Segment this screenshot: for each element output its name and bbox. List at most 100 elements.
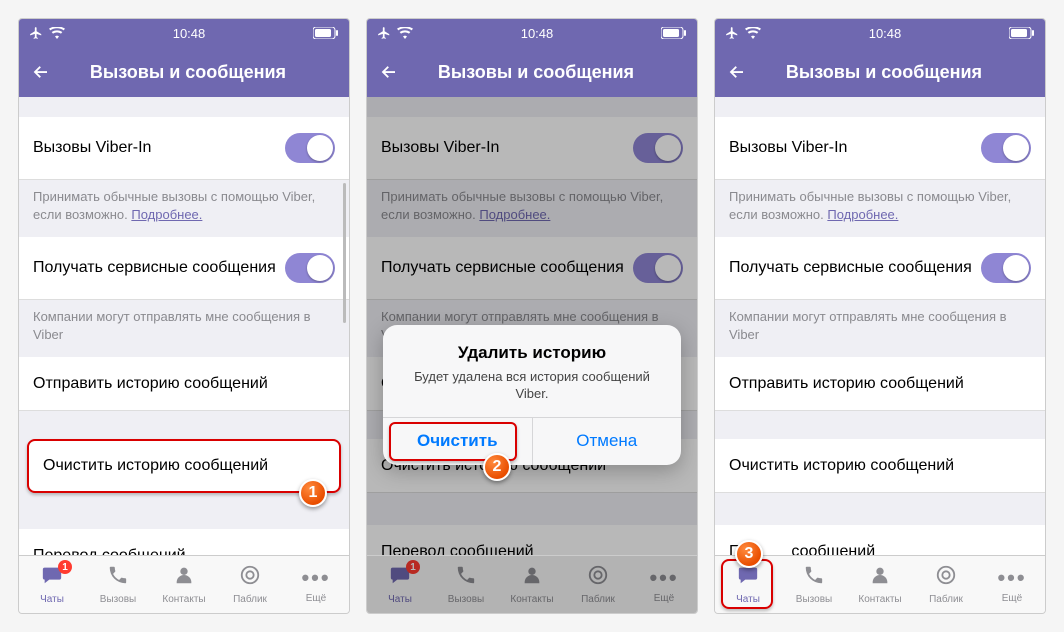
desc-service-msgs: Компании могут отправлять мне сообщения … [715, 300, 1045, 357]
tab-contacts[interactable]: Контакты [847, 556, 913, 613]
row-send-history[interactable]: Отправить историю сообщений [715, 357, 1045, 411]
row-label: Перевод сообщений [33, 547, 186, 555]
step-badge-1: 1 [299, 479, 327, 507]
back-button[interactable] [721, 63, 753, 81]
battery-icon [1009, 27, 1035, 39]
tab-label: Паблик [233, 594, 267, 605]
tab-label: Вызовы [100, 594, 136, 605]
desc-viber-in: Принимать обычные вызовы с помощью Viber… [715, 180, 1045, 237]
tab-calls[interactable]: Вызовы [781, 556, 847, 613]
back-button[interactable] [373, 63, 405, 81]
tab-calls[interactable]: Вызовы [85, 556, 151, 613]
airplane-icon [725, 26, 739, 40]
tab-public[interactable]: Паблик [217, 556, 283, 613]
row-label: Отправить историю сообщений [729, 375, 964, 393]
chat-icon [736, 564, 760, 592]
row-label: Вызовы Viber-In [33, 139, 151, 157]
more-icon: ••• [997, 565, 1026, 591]
status-time: 10:48 [173, 26, 206, 41]
toggle-service-msgs[interactable] [285, 253, 335, 283]
page-title: Вызовы и сообщения [57, 62, 343, 83]
toggle-service-msgs[interactable] [981, 253, 1031, 283]
status-bar: 10:48 [367, 19, 697, 47]
wifi-icon [745, 27, 761, 39]
person-icon [869, 564, 891, 592]
tab-chats[interactable]: 1 Чаты [19, 556, 85, 613]
tab-label: Ещё [306, 593, 326, 604]
row-clear-history[interactable]: Очистить историю сообщений [27, 439, 341, 493]
row-viber-in[interactable]: Вызовы Viber-In [19, 117, 349, 180]
tab-label: Контакты [162, 594, 205, 605]
settings-content: Вызовы Viber-In Принимать обычные вызовы… [715, 97, 1045, 555]
link-more[interactable]: Подробнее. [827, 207, 898, 222]
chats-badge: 1 [58, 560, 72, 574]
step-badge-3: 3 [735, 540, 763, 568]
tab-bar: 3 Чаты Вызовы Контакты Паблик ••• Ещё [715, 555, 1045, 613]
alert-message: Будет удалена вся история сообщений Vibe… [401, 369, 663, 403]
person-icon [173, 564, 195, 592]
nav-bar: Вызовы и сообщения [19, 47, 349, 97]
tab-more[interactable]: ••• Ещё [979, 556, 1045, 613]
desc-viber-in: Принимать обычные вызовы с помощью Viber… [19, 180, 349, 237]
page-title: Вызовы и сообщения [405, 62, 691, 83]
row-translate[interactable]: Перевод сообщений [19, 529, 349, 555]
phone-icon [107, 564, 129, 592]
settings-content: Вызовы Viber-In Принимать обычные вызовы… [19, 97, 349, 555]
page-title: Вызовы и сообщения [753, 62, 1039, 83]
battery-icon [313, 27, 339, 39]
phone-screenshot-2: 10:48 Вызовы и сообщения Вызовы Viber-In… [366, 18, 698, 614]
status-bar: 10:48 [19, 19, 349, 47]
nav-bar: Вызовы и сообщения [715, 47, 1045, 97]
toggle-viber-in[interactable] [285, 133, 335, 163]
row-label: Получать сервисные сообщения [33, 259, 285, 277]
row-label: Получать сервисные сообщения [729, 259, 981, 277]
nav-bar: Вызовы и сообщения [367, 47, 697, 97]
row-service-msgs[interactable]: Получать сервисные сообщения [19, 237, 349, 300]
settings-content: Вызовы Viber-In Принимать обычные вызовы… [367, 97, 697, 555]
public-icon [935, 564, 957, 592]
row-label: Отправить историю сообщений [33, 375, 268, 393]
tab-label: Паблик [929, 594, 963, 605]
status-time: 10:48 [869, 26, 902, 41]
tab-more[interactable]: ••• Ещё [283, 556, 349, 613]
row-clear-history[interactable]: Очистить историю сообщений [715, 439, 1045, 493]
tab-contacts[interactable]: Контакты [151, 556, 217, 613]
tab-label: Контакты [858, 594, 901, 605]
more-icon: ••• [301, 565, 330, 591]
toggle-viber-in[interactable] [981, 133, 1031, 163]
row-translate[interactable]: Пе сообщений [715, 525, 1045, 555]
alert-title: Удалить историю [401, 343, 663, 363]
wifi-icon [397, 27, 413, 39]
tab-label: Ещё [1002, 593, 1022, 604]
row-service-msgs[interactable]: Получать сервисные сообщения [715, 237, 1045, 300]
desc-service-msgs: Компании могут отправлять мне сообщения … [19, 300, 349, 357]
alert-delete-history: Удалить историю Будет удалена вся истори… [383, 325, 681, 465]
alert-cancel-button[interactable]: Отмена [532, 418, 682, 465]
battery-icon [661, 27, 687, 39]
row-label: Очистить историю сообщений [43, 457, 268, 475]
tab-label: Вызовы [796, 594, 832, 605]
step-badge-2: 2 [483, 453, 511, 481]
alert-clear-button[interactable]: Очистить [383, 418, 532, 465]
status-bar: 10:48 [715, 19, 1045, 47]
airplane-icon [29, 26, 43, 40]
wifi-icon [49, 27, 65, 39]
scroll-indicator [343, 183, 346, 323]
public-icon [239, 564, 261, 592]
phone-screenshot-3: 10:48 Вызовы и сообщения Вызовы Viber-In… [714, 18, 1046, 614]
tab-bar: 1 Чаты Вызовы Контакты Паблик ••• Ещё [367, 555, 697, 613]
row-label: Очистить историю сообщений [729, 457, 954, 475]
tab-bar: 1 Чаты Вызовы Контакты Паблик ••• Ещё [19, 555, 349, 613]
tab-public[interactable]: Паблик [913, 556, 979, 613]
tabbar-dim [367, 556, 697, 613]
back-button[interactable] [25, 63, 57, 81]
tab-label: Чаты [40, 594, 64, 605]
airplane-icon [377, 26, 391, 40]
row-viber-in[interactable]: Вызовы Viber-In [715, 117, 1045, 180]
tab-label: Чаты [736, 594, 760, 605]
row-label: Вызовы Viber-In [729, 139, 847, 157]
phone-screenshot-1: 10:48 Вызовы и сообщения Вызовы Viber-In… [18, 18, 350, 614]
row-send-history[interactable]: Отправить историю сообщений [19, 357, 349, 411]
phone-icon [803, 564, 825, 592]
link-more[interactable]: Подробнее. [131, 207, 202, 222]
